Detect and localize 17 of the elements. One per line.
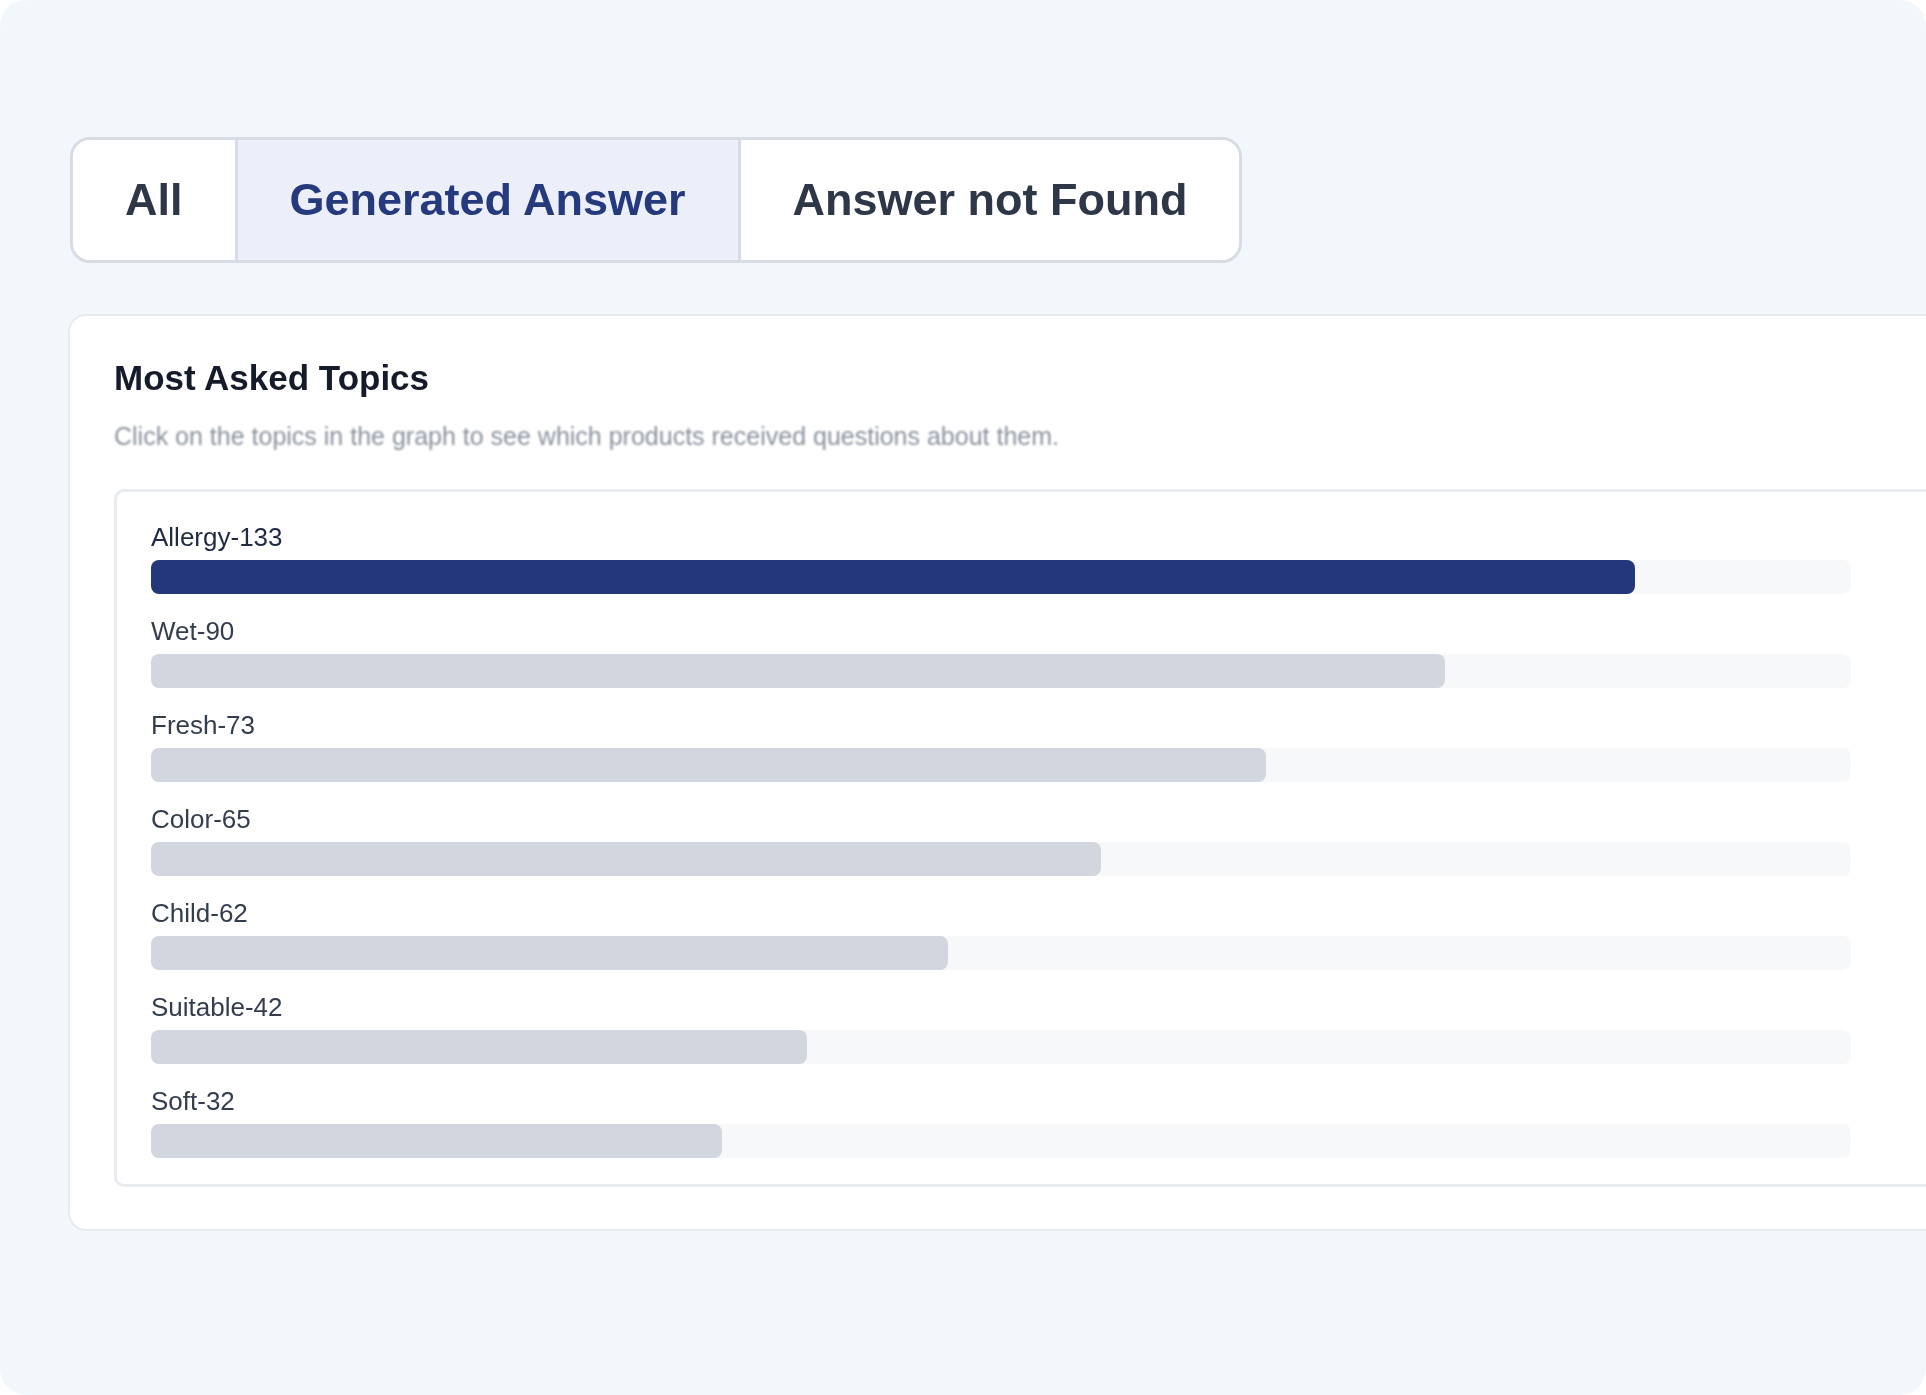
- topic-label: Wet-90: [151, 616, 236, 646]
- topic-label: Child-62: [151, 898, 249, 928]
- topic-bar[interactable]: [151, 936, 949, 970]
- topic-bar[interactable]: [151, 654, 1445, 688]
- filter-tab[interactable]: Generated Answer: [234, 140, 738, 260]
- topic-label: Color-65: [151, 804, 252, 834]
- topic-label: Suitable-42: [151, 992, 284, 1022]
- topic-bar[interactable]: [151, 842, 1102, 876]
- topic-bar[interactable]: [151, 1030, 808, 1064]
- filter-tab[interactable]: Answer not Found: [737, 140, 1240, 260]
- topic-bar[interactable]: [151, 748, 1267, 782]
- topic-label: Allergy-133: [151, 522, 284, 552]
- topic-label: Fresh-73: [151, 710, 257, 740]
- topic-label: Soft-32: [151, 1086, 236, 1116]
- card-subtitle: Click on the topics in the graph to see which products received questions about them.: [114, 422, 1060, 451]
- card-title: Most Asked Topics: [114, 358, 431, 398]
- topic-bar[interactable]: [151, 1124, 723, 1158]
